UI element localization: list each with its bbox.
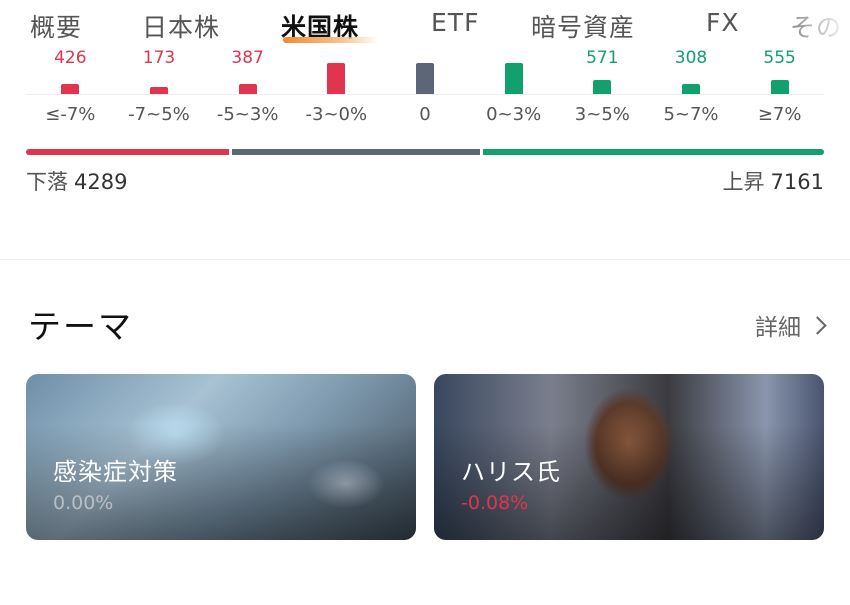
bucket-bar [327, 63, 346, 94]
tab-fx[interactable]: FX [706, 8, 740, 37]
bucket-range-label: 3~5% [574, 104, 630, 125]
active-tab-indicator [283, 37, 379, 43]
unchanged-ratio-bar [232, 149, 480, 155]
bucket-count: 387 [231, 48, 264, 68]
bucket-range-label: ≤-7% [45, 104, 96, 125]
distribution-bucket: 173 [115, 48, 204, 94]
bucket-range-label: ≥7% [757, 104, 802, 125]
decline-summary: 下落 4289 [26, 166, 127, 196]
tab-etf[interactable]: ETF [431, 8, 479, 37]
tab-japan-stocks[interactable]: 日本株 [142, 8, 220, 44]
distribution-bucket: 426 [26, 48, 115, 94]
theme-card-name: ハリス氏 [461, 458, 561, 486]
bucket-bar [149, 87, 168, 94]
bucket-range-label: -7~5% [128, 104, 190, 125]
distribution-bucket: 308 [647, 48, 736, 94]
bucket-bar [504, 63, 523, 94]
advance-label: 上昇 [722, 170, 765, 194]
bucket-count: 555 [763, 48, 796, 68]
bucket-range-label: 5~7% [663, 104, 719, 125]
tab-overview[interactable]: 概要 [30, 8, 82, 44]
bucket-range-label: 0 [419, 104, 431, 125]
decline-count: 4289 [74, 170, 128, 194]
bucket-count: 426 [54, 48, 87, 68]
bucket-range-label: -5~3% [216, 104, 279, 125]
advance-count: 7161 [770, 170, 824, 194]
bucket-bar [415, 63, 434, 94]
tabs-fade [790, 0, 850, 52]
bucket-range-label: 0~3% [486, 104, 542, 125]
theme-card-name: 感染症対策 [53, 458, 178, 486]
theme-detail-link[interactable]: 詳細 [755, 308, 827, 342]
bucket-range-label: -3~0% [305, 104, 368, 125]
bucket-count: 571 [586, 48, 619, 68]
detail-label: 詳細 [755, 315, 801, 341]
decline-ratio-bar [26, 149, 229, 155]
distribution-bucket [292, 52, 381, 94]
distribution-bucket: 555 [735, 48, 824, 94]
distribution-bucket [469, 52, 558, 94]
theme-card-infection-control[interactable]: 感染症対策 0.00% [26, 374, 416, 540]
distribution-bucket: 571 [558, 48, 647, 94]
baseline [26, 94, 824, 95]
section-divider [0, 259, 850, 260]
theme-heading: テーマ [28, 307, 133, 346]
bucket-bar [770, 80, 789, 94]
theme-card-change: -0.08% [461, 492, 529, 514]
decline-label: 下落 [26, 170, 68, 194]
chevron-right-icon [808, 315, 827, 335]
distribution-bucket [381, 52, 470, 94]
bucket-bar [593, 80, 612, 94]
advance-ratio-bar [483, 149, 824, 155]
bucket-count: 308 [674, 48, 708, 68]
bucket-bar [681, 84, 700, 94]
bucket-bar [61, 84, 80, 94]
theme-card-harris[interactable]: ハリス氏 -0.08% [434, 374, 824, 540]
distribution-bucket: 387 [203, 48, 292, 94]
tab-crypto[interactable]: 暗号資産 [531, 8, 635, 44]
theme-card-change: 0.00% [53, 492, 114, 514]
market-tabs: 概要 日本株 米国株 ETF 暗号資産 FX その [0, 0, 850, 52]
advance-summary: 上昇 7161 [723, 166, 824, 196]
bucket-bar [238, 84, 257, 94]
bucket-count: 173 [142, 48, 176, 68]
price-change-distribution: 下落 4289 上昇 7161 426 ≤-7% 173 -7~5% 387 -5~3% -3~… [26, 48, 824, 202]
